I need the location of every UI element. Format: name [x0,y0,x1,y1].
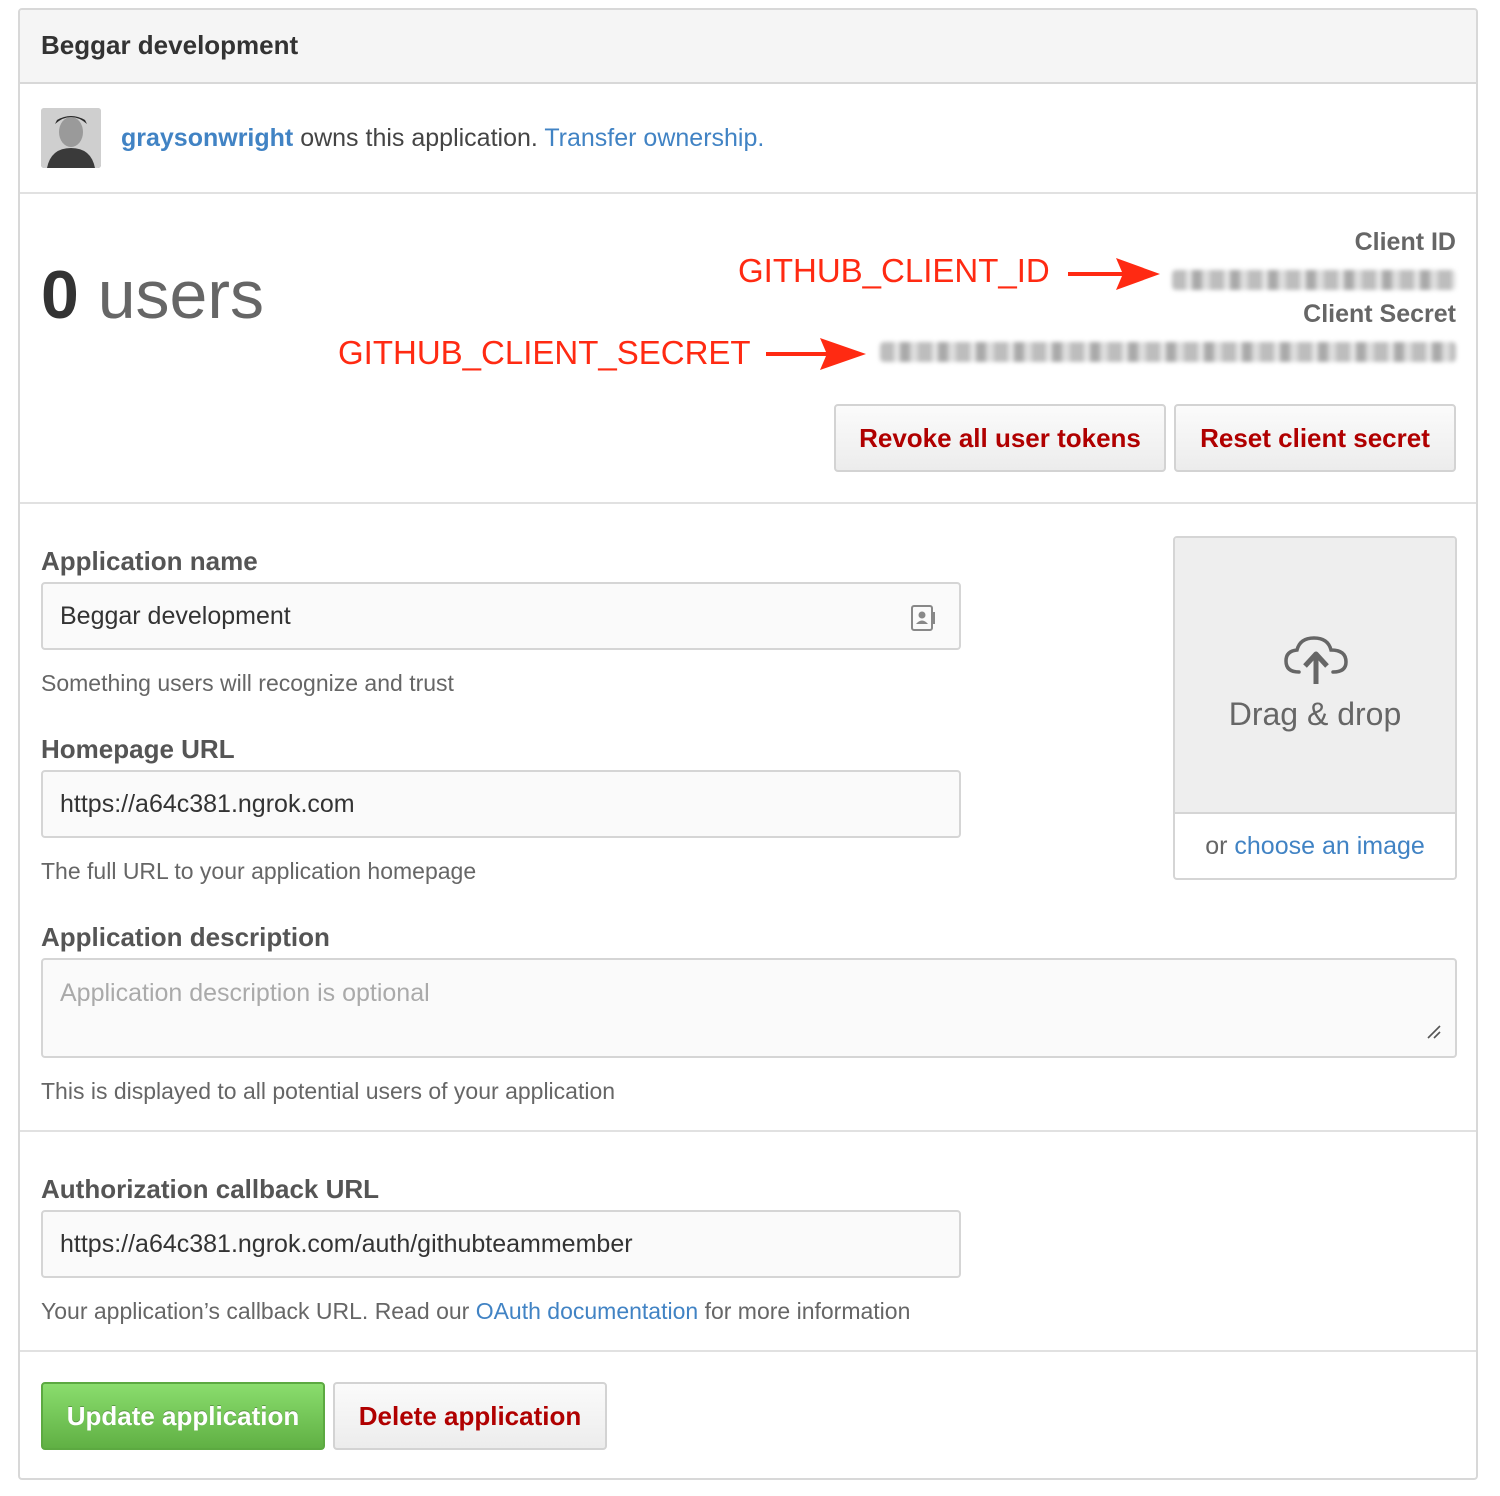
owner-sentence: owns this application. [293,124,545,152]
choose-image-link[interactable]: choose an image [1234,832,1424,860]
drag-drop-text: Drag & drop [1228,696,1402,732]
contact-card-icon [911,605,935,631]
homepage-note: The full URL to your application homepag… [41,858,477,884]
client-id-annotation: GITHUB_CLIENT_ID [738,252,1050,289]
callback-note-suffix: for more information [698,1298,911,1324]
app-name-note: Something users will recognize and trust [41,670,454,696]
choose-image-row: or choose an image [1175,832,1455,861]
application-form: Application name Something users will re… [20,504,1476,1132]
description-note: This is displayed to all potential users… [41,1078,616,1104]
client-id-label: Client ID [1354,228,1456,256]
callback-note-text: Your application’s callback URL. Read ou… [41,1298,476,1324]
owner-text: graysonwright owns this application. Tra… [121,124,764,153]
logo-upload-box[interactable]: Drag & drop or choose an image [1173,536,1457,880]
choose-prefix: or [1205,832,1235,860]
transfer-ownership-link[interactable]: Transfer ownership. [544,124,764,152]
oauth-docs-link[interactable]: OAuth documentation [476,1298,698,1324]
panel-header: Beggar development [20,10,1476,84]
app-name-input[interactable] [41,582,961,650]
client-secret-annotation: GITHUB_CLIENT_SECRET [338,334,751,371]
user-count-label: users [97,257,265,333]
revoke-tokens-button[interactable]: Revoke all user tokens [834,404,1166,472]
cloud-upload-icon [1284,636,1348,684]
owner-link[interactable]: graysonwright [121,124,293,152]
description-textarea[interactable] [41,958,1457,1058]
arrow-icon [766,338,866,370]
arrow-icon [1068,258,1160,290]
homepage-label: Homepage URL [41,734,235,764]
avatar[interactable] [41,108,101,168]
user-count: 0 users [41,256,264,334]
callback-label: Authorization callback URL [41,1174,380,1204]
credentials-section: 0 users Client ID Client Secret GITHUB_C… [20,194,1476,504]
app-name-label: Application name [41,546,258,576]
callback-section: Authorization callback URL Your applicat… [20,1132,1476,1352]
callback-note: Your application’s callback URL. Read ou… [41,1298,910,1325]
page-title: Beggar development [41,30,299,60]
description-label: Application description [41,922,330,952]
avatar-photo [41,108,101,168]
delete-application-button[interactable]: Delete application [333,1382,607,1450]
owner-row: graysonwright owns this application. Tra… [20,84,1476,194]
application-settings-panel: Beggar development graysonwright owns th… [18,8,1478,1480]
drop-zone[interactable]: Drag & drop [1175,538,1455,814]
update-application-button[interactable]: Update application [41,1382,325,1450]
callback-url-input[interactable] [41,1210,961,1278]
reset-secret-button[interactable]: Reset client secret [1174,404,1456,472]
client-id-value[interactable] [1172,270,1456,290]
resize-handle-icon[interactable] [1426,1024,1442,1040]
homepage-url-input[interactable] [41,770,961,838]
client-secret-label: Client Secret [1303,300,1456,328]
client-secret-value[interactable] [880,342,1456,362]
user-count-number: 0 [41,257,79,333]
